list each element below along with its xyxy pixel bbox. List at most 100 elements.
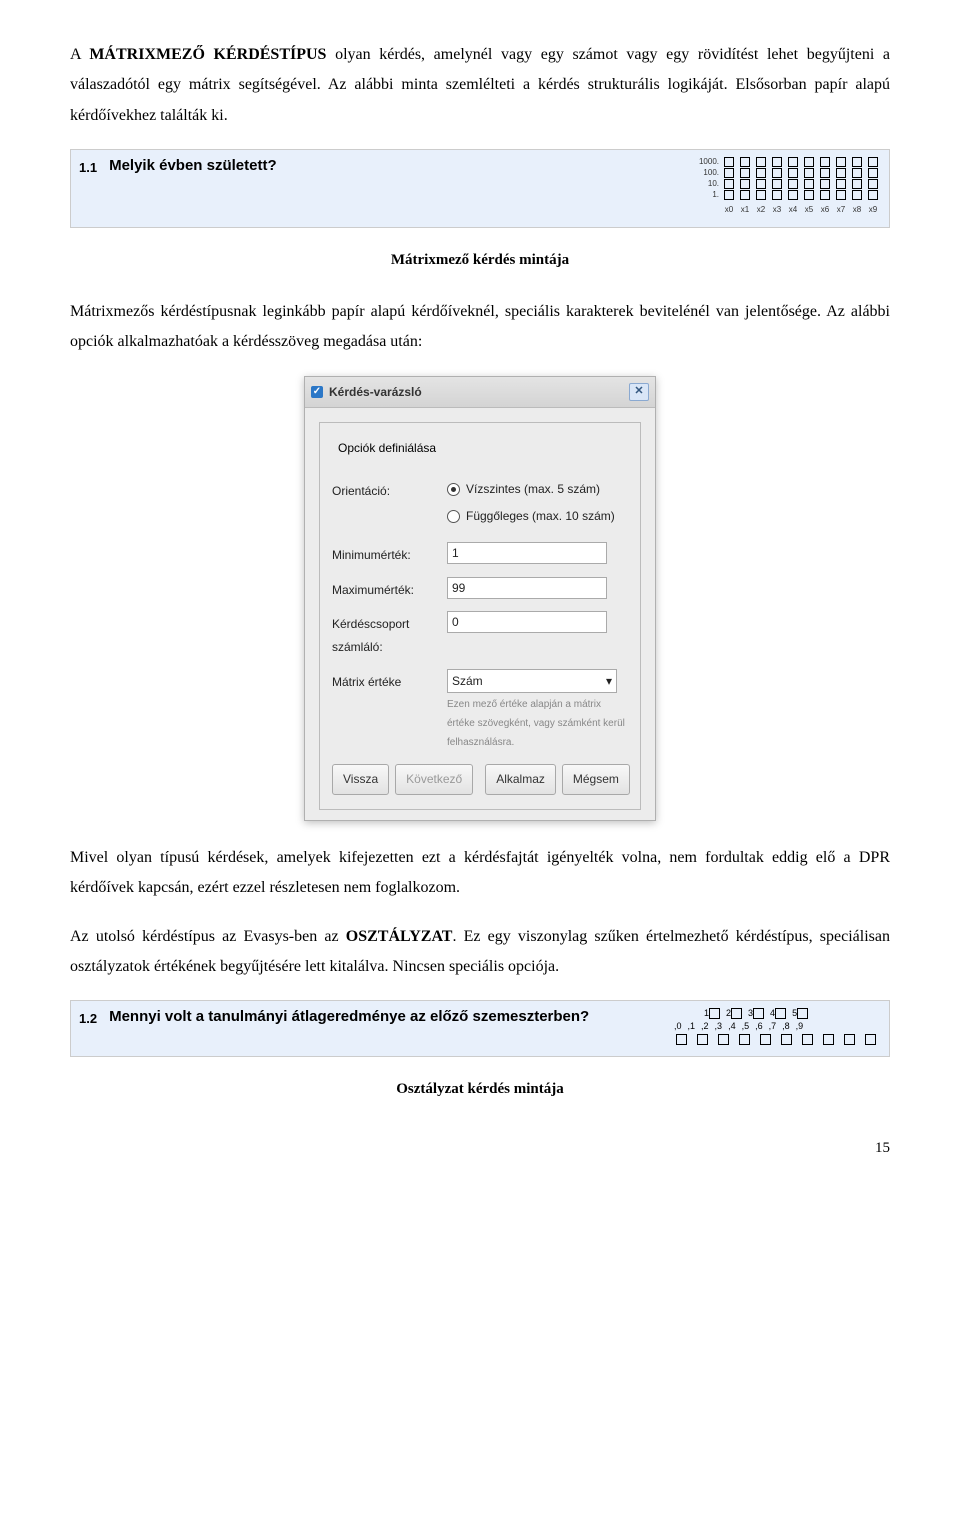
checkbox[interactable] (804, 168, 814, 178)
close-button[interactable]: ✕ (629, 383, 649, 401)
checkbox[interactable] (740, 179, 750, 189)
next-button[interactable]: Következő (395, 764, 473, 795)
checkbox[interactable] (788, 157, 798, 167)
matrix-explain-paragraph: Mátrixmezős kérdéstípusnak leginkább pap… (70, 297, 890, 358)
checkbox[interactable] (804, 179, 814, 189)
chevron-down-icon: ▾ (606, 672, 612, 690)
checkbox[interactable] (836, 179, 846, 189)
radio-horizontal[interactable]: Vízszintes (max. 5 szám) (447, 478, 628, 501)
checkbox[interactable] (836, 168, 846, 178)
grade-question-sample: 1.2 Mennyi volt a tanulmányi átlageredmé… (70, 1000, 890, 1057)
checkbox[interactable] (756, 179, 766, 189)
matrix-value-select[interactable]: Szám ▾ (447, 669, 617, 693)
checkbox[interactable] (868, 190, 878, 200)
check-icon: ✓ (311, 386, 323, 398)
checkbox[interactable] (788, 190, 798, 200)
question-text: Melyik évben született? (109, 156, 681, 176)
checkbox[interactable] (724, 157, 734, 167)
checkbox[interactable] (760, 1034, 771, 1045)
checkbox[interactable] (781, 1034, 792, 1045)
checkbox[interactable] (823, 1034, 834, 1045)
hint-text: Ezen mező értéke alapján a mátrix értéke… (447, 695, 628, 752)
cancel-button[interactable]: Mégsem (562, 764, 630, 795)
col-label: x9 (865, 202, 881, 217)
checkbox[interactable] (772, 179, 782, 189)
checkbox[interactable] (852, 179, 862, 189)
col-label: x7 (833, 202, 849, 217)
checkbox[interactable] (868, 179, 878, 189)
back-button[interactable]: Vissza (332, 764, 389, 795)
checkbox[interactable] (772, 168, 782, 178)
matrix-usage-paragraph: Mivel olyan típusú kérdések, amelyek kif… (70, 843, 890, 904)
checkbox[interactable] (802, 1034, 813, 1045)
min-input[interactable]: 1 (447, 542, 607, 564)
checkbox[interactable] (772, 157, 782, 167)
question-text: Mennyi volt a tanulmányi átlageredménye … (109, 1007, 661, 1027)
checkbox[interactable] (740, 190, 750, 200)
checkbox[interactable] (820, 179, 830, 189)
matrix-grid: 1000. 100. 10. 1. x0 x1 x2 x3 x4 x5 x6 x… (691, 156, 881, 217)
col-label: x8 (849, 202, 865, 217)
grade-row-decimal-labels: ,0 ,1 ,2 ,3 ,4 ,5 ,6 ,7 ,8 ,9 (671, 1020, 881, 1033)
checkbox[interactable] (865, 1034, 876, 1045)
radio-label: Függőleges (max. 10 szám) (466, 505, 615, 528)
checkbox[interactable] (788, 179, 798, 189)
checkbox[interactable] (788, 168, 798, 178)
select-value: Szám (452, 672, 483, 690)
grade-paragraph: Az utolsó kérdéstípus az Evasys-ben az O… (70, 922, 890, 983)
checkbox[interactable] (756, 168, 766, 178)
fieldset-legend: Opciók definiálása (334, 437, 440, 460)
checkbox[interactable] (804, 190, 814, 200)
checkbox[interactable] (724, 190, 734, 200)
checkbox[interactable] (740, 168, 750, 178)
col-label: x6 (817, 202, 833, 217)
col-label: x4 (785, 202, 801, 217)
checkbox[interactable] (697, 1034, 708, 1045)
radio-icon (447, 483, 460, 496)
max-input[interactable]: 99 (447, 577, 607, 599)
checkbox[interactable] (756, 157, 766, 167)
checkbox[interactable] (820, 157, 830, 167)
matrix-question-sample: 1.1 Melyik évben született? 1000. 100. 1… (70, 149, 890, 228)
checkbox[interactable] (756, 190, 766, 200)
checkbox[interactable] (852, 168, 862, 178)
checkbox[interactable] (804, 157, 814, 167)
text: Az utolsó kérdéstípus az Evasys-ben az (70, 928, 346, 945)
figure-caption-grade: Osztályzat kérdés mintája (70, 1075, 890, 1104)
col-label: x1 (737, 202, 753, 217)
checkbox[interactable] (836, 157, 846, 167)
matrix-value-label: Mátrix értéke (332, 669, 447, 694)
term-osztalyzat: OSZTÁLYZAT (346, 928, 453, 945)
checkbox[interactable] (724, 168, 734, 178)
grade-row-decimal-boxes (671, 1033, 881, 1046)
max-label: Maximumérték: (332, 577, 447, 602)
checkbox[interactable] (724, 179, 734, 189)
col-label: x5 (801, 202, 817, 217)
checkbox[interactable] (820, 190, 830, 200)
radio-vertical[interactable]: Függőleges (max. 10 szám) (447, 505, 628, 528)
grade-grid: 1 2 3 4 5 ,0 ,1 ,2 ,3 ,4 ,5 ,6 ,7 ,8 ,9 (671, 1007, 881, 1046)
col-label: x3 (769, 202, 785, 217)
checkbox[interactable] (844, 1034, 855, 1045)
checkbox[interactable] (772, 190, 782, 200)
question-number: 1.2 (79, 1007, 97, 1032)
checkbox[interactable] (740, 157, 750, 167)
checkbox[interactable] (868, 168, 878, 178)
checkbox[interactable] (739, 1034, 750, 1045)
checkbox[interactable] (836, 190, 846, 200)
checkbox[interactable] (718, 1034, 729, 1045)
min-label: Minimumérték: (332, 542, 447, 567)
apply-button[interactable]: Alkalmaz (485, 764, 556, 795)
col-label: x0 (721, 202, 737, 217)
checkbox[interactable] (676, 1034, 687, 1045)
options-fieldset: Opciók definiálása Orientáció: Vízszinte… (319, 422, 641, 809)
dialog-title: Kérdés-varázsló (329, 381, 422, 404)
group-counter-input[interactable]: 0 (447, 611, 607, 633)
checkbox[interactable] (852, 190, 862, 200)
checkbox[interactable] (820, 168, 830, 178)
question-number: 1.1 (79, 156, 97, 181)
matrix-col-headers: x0 x1 x2 x3 x4 x5 x6 x7 x8 x9 (721, 202, 881, 217)
matrix-row: 1. (691, 189, 881, 200)
checkbox[interactable] (852, 157, 862, 167)
checkbox[interactable] (868, 157, 878, 167)
